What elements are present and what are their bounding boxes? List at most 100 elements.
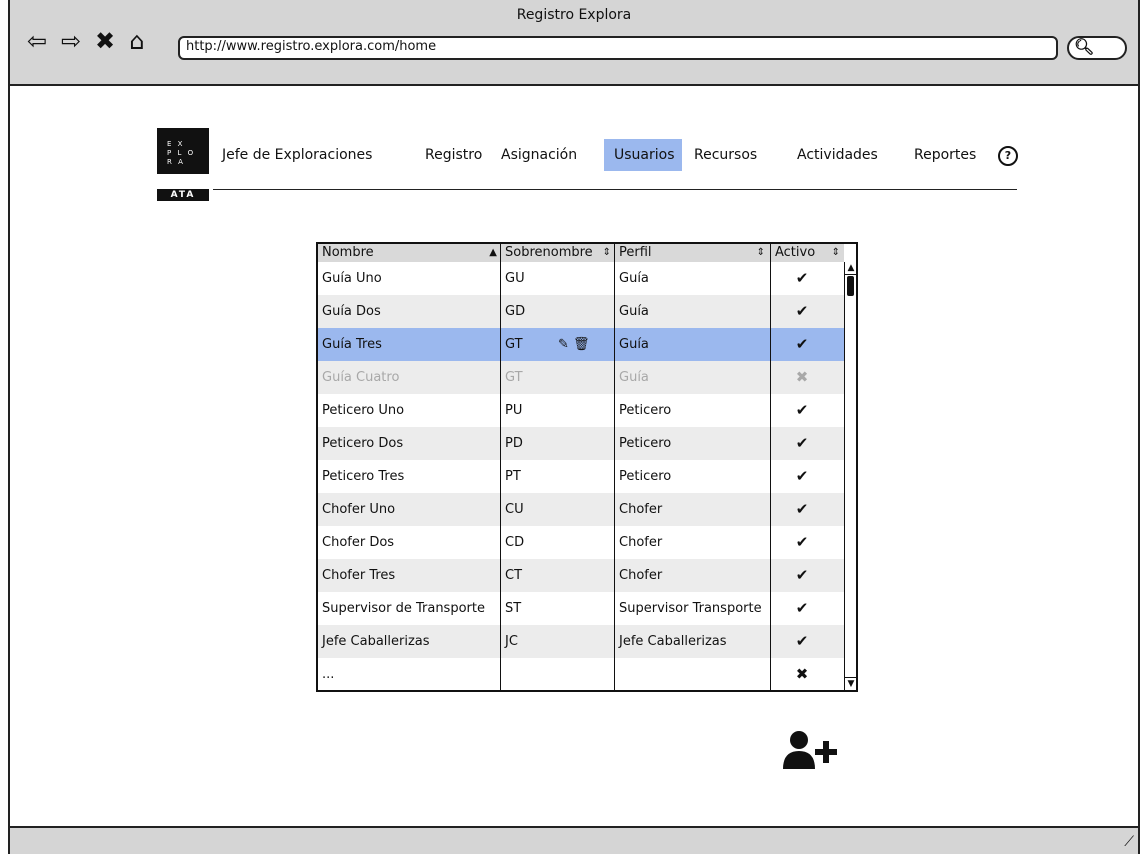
forward-arrow-icon[interactable]: ⇨ (56, 26, 86, 56)
active-status-icon: ✖ (795, 665, 809, 683)
cell-sobrenombre: GU (505, 271, 525, 286)
scroll-down-icon[interactable]: ▼ (845, 677, 856, 690)
cell-perfil: Peticero (619, 436, 672, 451)
cell-perfil (615, 658, 770, 690)
cell-nombre: Guía Tres (322, 337, 382, 352)
table-row[interactable]: Guía Dos GD Guía ✔ (318, 295, 844, 328)
active-status-icon: ✔ (795, 632, 809, 650)
search-icon: 🔍︎ (1074, 37, 1095, 56)
cell-perfil: Chofer (619, 502, 663, 517)
col-perfil[interactable]: Perfil ⇕ (615, 244, 769, 262)
url-field[interactable]: http://www.registro.explora.com/home (178, 36, 1058, 60)
table-scrollbar[interactable]: ▲ ▼ (844, 262, 856, 690)
cell-sobrenombre: ST (505, 601, 522, 616)
search-field[interactable]: 🔍︎ (1067, 36, 1127, 60)
cell-nombre: ... (322, 667, 335, 682)
col-divider (770, 244, 771, 690)
header-divider (213, 189, 1017, 190)
cell-perfil: Supervisor Transporte (619, 601, 762, 616)
nav-usuarios[interactable]: Usuarios (614, 147, 675, 163)
cell-nombre: Supervisor de Transporte (322, 601, 485, 616)
back-arrow-icon[interactable]: ⇦ (22, 26, 52, 56)
cell-nombre: Chofer Uno (322, 502, 396, 517)
table-row[interactable]: Chofer Dos CD Chofer ✔ (318, 526, 844, 559)
add-user-icon[interactable] (781, 729, 841, 769)
table-row[interactable]: Chofer Tres CT Chofer ✔ (318, 559, 844, 592)
nav-reportes[interactable]: Reportes (914, 147, 976, 163)
cell-nombre: Peticero Dos (322, 436, 404, 451)
active-status-icon: ✔ (795, 335, 809, 353)
active-status-icon: ✖ (795, 368, 809, 386)
table-row[interactable]: Guía Uno GU Guía ✔ (318, 262, 844, 295)
active-status-icon: ✔ (795, 401, 809, 419)
table-row[interactable]: Guía Tres GT Guía ✔ ✎ 🗑︎ (318, 328, 844, 361)
col-divider (614, 244, 615, 690)
cell-perfil: Chofer (619, 535, 663, 550)
logo-badge: ATA (157, 189, 209, 201)
home-icon[interactable]: ⌂ (122, 26, 152, 56)
nav-actividades[interactable]: Actividades (797, 147, 878, 163)
scroll-up-icon[interactable]: ▲ (845, 262, 856, 275)
cell-sobrenombre: CD (505, 535, 525, 550)
cell-nombre: Peticero Tres (322, 469, 405, 484)
cell-perfil: Chofer (619, 568, 663, 583)
browser-toolbar: Registro Explora ⇦ ⇨ ✖ ⌂ http://www.regi… (10, 0, 1138, 86)
trash-icon[interactable]: 🗑︎ (573, 337, 590, 352)
cell-sobrenombre: PT (505, 469, 521, 484)
table-row[interactable]: Peticero Tres PT Peticero ✔ (318, 460, 844, 493)
table-row[interactable]: Jefe Caballerizas JC Jefe Caballerizas ✔ (318, 625, 844, 658)
brand-title: Jefe de Exploraciones (222, 147, 373, 163)
cell-sobrenombre: CT (505, 568, 523, 583)
window-title: Registro Explora (516, 7, 632, 23)
active-status-icon: ✔ (795, 269, 809, 287)
cell-perfil: Guía (619, 370, 649, 385)
table-row[interactable]: Peticero Uno PU Peticero ✔ (318, 394, 844, 427)
cell-nombre: Chofer Dos (322, 535, 395, 550)
table-row[interactable]: Chofer Uno CU Chofer ✔ (318, 493, 844, 526)
active-status-icon: ✔ (795, 302, 809, 320)
cell-perfil: Guía (619, 271, 649, 286)
cell-perfil: Jefe Caballerizas (619, 634, 727, 649)
question-circle-icon[interactable]: ? (998, 146, 1018, 166)
col-sobrenombre[interactable]: Sobrenombre ⇕ (501, 244, 615, 262)
cell-nombre: Jefe Caballerizas (322, 634, 430, 649)
cell-sobrenombre: CU (505, 502, 524, 517)
cell-sobrenombre: GD (505, 304, 526, 319)
users-table: Nombre ▲ Sobrenombre ⇕ Perfil ⇕ Activo ⇕ Guí… (316, 242, 858, 692)
active-status-icon: ✔ (795, 599, 809, 617)
status-bar: ⟋ (10, 826, 1138, 854)
close-icon[interactable]: ✖ (90, 26, 120, 56)
resize-grip-icon[interactable]: ⟋ (1124, 834, 1134, 850)
explora-logo: E X P L O R A (157, 128, 209, 174)
table-header: Nombre ▲ Sobrenombre ⇕ Perfil ⇕ Activo ⇕ (318, 244, 844, 263)
cell-sobrenombre: PD (505, 436, 523, 451)
browser-window: Registro Explora ⇦ ⇨ ✖ ⌂ http://www.regi… (8, 0, 1140, 854)
nav-recursos[interactable]: Recursos (694, 147, 757, 163)
col-divider (500, 244, 501, 690)
nav-registro[interactable]: Registro (425, 147, 482, 163)
active-status-icon: ✔ (795, 500, 809, 518)
cell-sobrenombre: JC (505, 634, 518, 649)
table-row[interactable]: Guía Cuatro GT Guía ✖ (318, 361, 844, 394)
cell-perfil: Peticero (619, 403, 672, 418)
scroll-thumb[interactable] (847, 276, 854, 296)
cell-sobrenombre (501, 658, 614, 690)
table-row[interactable]: Peticero Dos PD Peticero ✔ (318, 427, 844, 460)
active-status-icon: ✔ (795, 566, 809, 584)
cell-perfil: Guía (619, 304, 649, 319)
cell-sobrenombre: PU (505, 403, 523, 418)
cell-perfil: Peticero (619, 469, 672, 484)
active-status-icon: ✔ (795, 533, 809, 551)
cell-nombre: Guía Uno (322, 271, 382, 286)
pencil-icon[interactable]: ✎ (558, 337, 569, 352)
cell-nombre: Chofer Tres (322, 568, 396, 583)
active-status-icon: ✔ (795, 434, 809, 452)
table-row[interactable]: ... ✖ (318, 658, 844, 690)
cell-nombre: Guía Dos (322, 304, 381, 319)
nav-asignacion[interactable]: Asignación (501, 147, 577, 163)
col-activo[interactable]: Activo ⇕ (771, 244, 844, 262)
table-row[interactable]: Supervisor de Transporte ST Supervisor Tra… (318, 592, 844, 625)
col-nombre[interactable]: Nombre ▲ (318, 244, 501, 262)
cell-sobrenombre: GT (505, 370, 523, 385)
cell-perfil: Guía (619, 337, 649, 352)
